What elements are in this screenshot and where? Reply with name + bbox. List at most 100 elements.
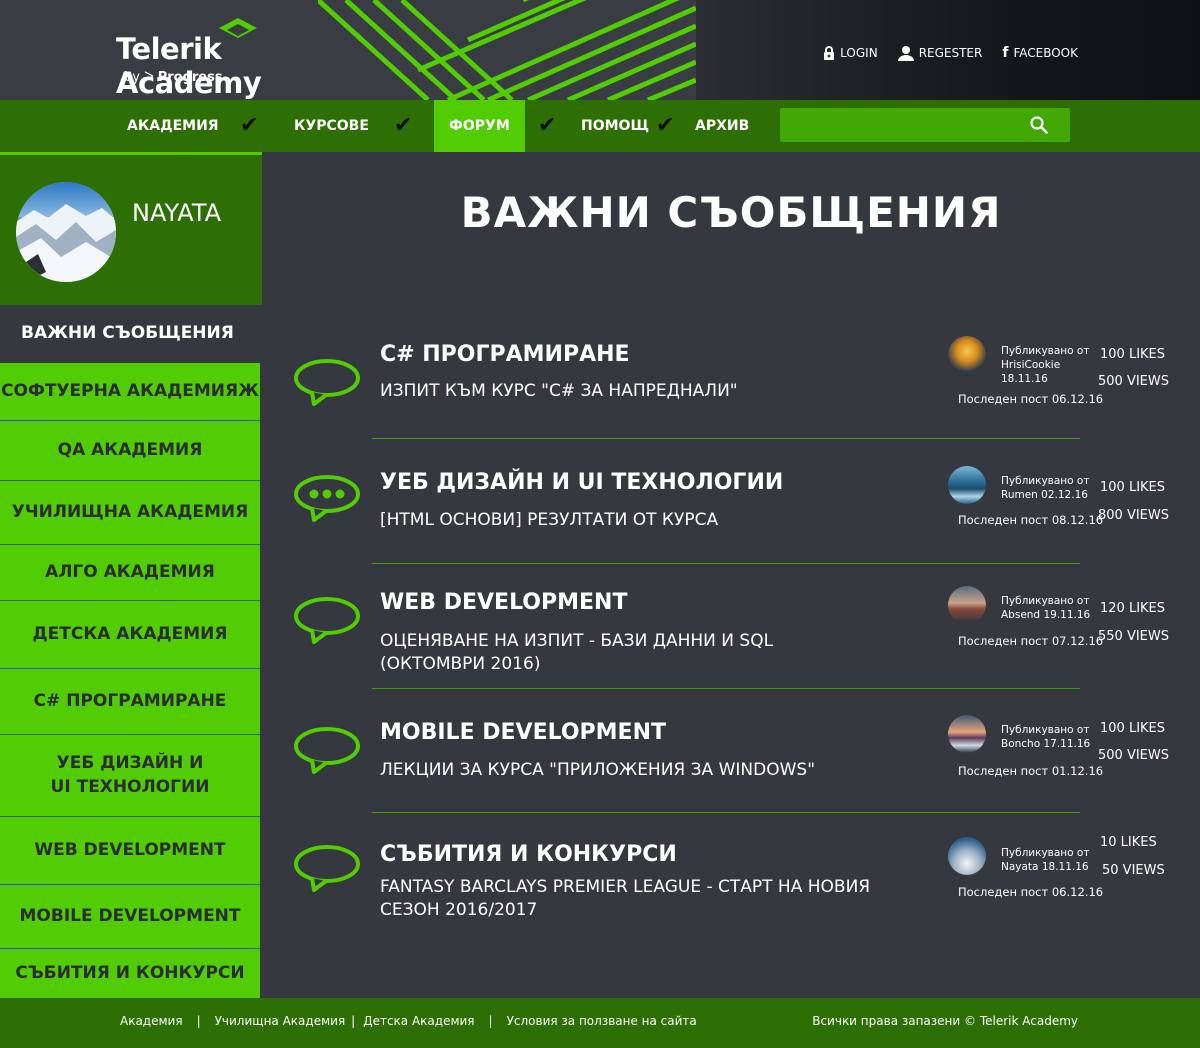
facebook-icon: f <box>1002 45 1009 61</box>
divider <box>372 438 1080 439</box>
checkmark-icon: ✔ <box>240 113 259 138</box>
footer-separator: | <box>196 1014 201 1028</box>
views-count: 800 VIEWS <box>1098 508 1169 523</box>
sidebar-item-school-academy[interactable]: УЧИЛИЩНА АКАДЕМИЯ <box>0 481 260 545</box>
speech-bubble-dots-icon <box>294 475 360 522</box>
topic-item[interactable]: СЪБИТИЯ И КОНКУРСИ FANTASY BARCLAYS PREM… <box>262 832 1200 942</box>
likes-count: 100 LIKES <box>1100 347 1166 362</box>
views-count: 500 VIEWS <box>1098 374 1169 389</box>
topic-title[interactable]: MOBILE DEVELOPMENT <box>380 720 666 745</box>
topic-subtitle[interactable]: ИЗПИТ КЪМ КУРС "C# ЗА НАПРЕДНАЛИ" <box>380 380 920 403</box>
register-link[interactable]: REGESTER <box>897 45 982 61</box>
speech-bubble-icon <box>294 597 360 644</box>
topic-subtitle[interactable]: ОЦЕНЯВАНЕ НА ИЗПИТ - БАЗИ ДАННИ И SQL (О… <box>380 630 820 676</box>
user-icon <box>897 45 914 61</box>
checkmark-icon: ✔ <box>656 113 675 138</box>
site-header: Telerik Academy by ᐳ Progress LOGIN REGE… <box>0 0 1200 100</box>
nav-item-academy[interactable]: АКАДЕМИЯ <box>127 100 219 152</box>
checkmark-icon: ✔ <box>394 113 413 138</box>
avatar[interactable] <box>948 466 986 504</box>
published-info: Публикувано от Nayata 18.11.16 <box>1001 847 1090 873</box>
published-info: Публикувано от Boncho 17.11.16 <box>1001 724 1091 750</box>
speech-bubble-icon <box>294 727 360 774</box>
mountain-photo <box>16 204 116 282</box>
likes-count: 100 LIKES <box>1100 480 1166 495</box>
brand-by-progress: by ᐳ Progress <box>124 70 223 85</box>
nav-item-archive[interactable]: АРХИВ <box>695 100 749 152</box>
checkmark-icon: ✔ <box>538 113 557 138</box>
topic-title[interactable]: СЪБИТИЯ И КОНКУРСИ <box>380 842 677 867</box>
sidebar-item-mobile-development[interactable]: MOBILE DEVELOPMENT <box>0 885 260 949</box>
lock-icon <box>824 45 835 60</box>
search-box <box>780 108 1070 142</box>
published-info: Публикувано от Absend 19.11.16 <box>1001 595 1091 621</box>
sidebar-item-qa-academy[interactable]: QA АКАДЕМИЯ <box>0 421 260 481</box>
topic-subtitle[interactable]: [HTML ОСНОВИ] РЕЗУЛТАТИ ОТ КУРСА <box>380 509 920 532</box>
telerik-academy-logo[interactable]: Telerik Academy by ᐳ Progress <box>116 18 376 100</box>
divider <box>372 563 1080 564</box>
topic-item[interactable]: WEB DEVELOPMENT ОЦЕНЯВАНЕ НА ИЗПИТ - БАЗ… <box>262 580 1200 680</box>
nav-item-forum[interactable]: ФОРУМ <box>434 100 525 152</box>
footer-separator: | <box>488 1014 493 1028</box>
views-count: 500 VIEWS <box>1098 748 1169 763</box>
brand-name: Telerik Academy <box>116 32 262 100</box>
last-post: Последен пост 08.12.16 <box>958 513 1104 527</box>
main-nav: АКАДЕМИЯ ✔ КУРСОВЕ ✔ ФОРУМ ✔ ПОМОЩ ✔ АРХ… <box>0 100 1200 152</box>
avatar[interactable] <box>948 586 986 624</box>
divider <box>372 812 1080 813</box>
divider <box>372 688 1080 689</box>
nav-item-courses[interactable]: КУРСОВЕ <box>294 100 369 152</box>
last-post: Последен пост 01.12.16 <box>958 764 1104 778</box>
search-icon[interactable] <box>1030 116 1048 134</box>
nav-item-help[interactable]: ПОМОЩ <box>581 100 649 152</box>
published-info: Публикувано от Rumen 02.12.16 <box>1001 475 1090 501</box>
topic-item[interactable]: УЕБ ДИЗАЙН И UI ТЕХНОЛОГИИ [HTML ОСНОВИ]… <box>262 458 1200 558</box>
topic-title[interactable]: C# ПРОГРАМИРАНЕ <box>380 342 630 367</box>
page-title: ВАЖНИ СЪОБЩЕНИЯ <box>460 188 1002 237</box>
avatar[interactable] <box>948 837 986 875</box>
footer-link-terms[interactable]: Условия за ползване на сайта <box>507 1014 697 1028</box>
search-input[interactable] <box>780 108 1020 142</box>
avatar[interactable] <box>948 715 986 753</box>
sidebar-item-kids-academy[interactable]: ДЕТСКА АКАДЕМИЯ <box>0 601 260 669</box>
sidebar-item-software-academy[interactable]: СОФТУЕРНА АКАДЕМИЯЖ <box>0 363 260 421</box>
views-count: 50 VIEWS <box>1102 863 1165 878</box>
topic-item[interactable]: C# ПРОГРАМИРАНЕ ИЗПИТ КЪМ КУРС "C# ЗА НА… <box>262 330 1200 430</box>
views-count: 550 VIEWS <box>1098 629 1169 644</box>
username: NAYATA <box>132 199 222 227</box>
last-post: Последен пост 06.12.16 <box>958 885 1104 899</box>
last-post: Последен пост 06.12.16 <box>958 392 1104 406</box>
speech-bubble-icon <box>294 845 360 892</box>
footer-links: Академия | Училищна Академия | Детска Ак… <box>120 1014 697 1028</box>
footer-link-academy[interactable]: Академия <box>120 1014 183 1028</box>
topic-item[interactable]: MOBILE DEVELOPMENT ЛЕКЦИИ ЗА КУРСА "ПРИЛ… <box>262 710 1200 810</box>
avatar[interactable] <box>16 182 116 282</box>
progress-icon: ᐳ <box>144 70 154 85</box>
sidebar-item-web-design[interactable]: УЕБ ДИЗАЙН И UI ТЕХНОЛОГИИ <box>0 735 260 817</box>
site-footer: Академия | Училищна Академия | Детска Ак… <box>0 998 1200 1048</box>
sidebar-item-web-development[interactable]: WEB DEVELOPMENT <box>0 817 260 885</box>
last-post: Последен пост 07.12.16 <box>958 634 1104 648</box>
top-links: LOGIN REGESTER f FACEBOOK <box>823 45 1078 61</box>
likes-count: 120 LIKES <box>1100 601 1166 616</box>
sidebar-item-algo-academy[interactable]: АЛГО АКАДЕМИЯ <box>0 545 260 601</box>
avatar[interactable] <box>948 336 986 374</box>
user-profile: NAYATA <box>0 152 262 305</box>
topic-title[interactable]: WEB DEVELOPMENT <box>380 590 627 615</box>
speech-bubble-icon <box>294 359 360 406</box>
footer-link-school-academy[interactable]: Училищна Академия <box>215 1014 346 1028</box>
login-link[interactable]: LOGIN <box>823 45 878 61</box>
sidebar: NAYATA ВАЖНИ СЪОБЩЕНИЯ СОФТУЕРНА АКАДЕМИ… <box>0 152 262 998</box>
sidebar-item-events[interactable]: СЪБИТИЯ И КОНКУРСИ <box>0 949 260 998</box>
facebook-link[interactable]: f FACEBOOK <box>1002 45 1078 61</box>
sidebar-item-important[interactable]: ВАЖНИ СЪОБЩЕНИЯ <box>0 305 260 363</box>
likes-count: 10 LIKES <box>1100 835 1157 850</box>
published-info: Публикувано от HrisiCookie 18.11.16 <box>1001 345 1090 385</box>
sidebar-item-csharp[interactable]: C# ПРОГРАМИРАНЕ <box>0 669 260 735</box>
footer-link-kids-academy[interactable]: Детска Академия <box>363 1014 474 1028</box>
topic-subtitle[interactable]: FANTASY BARCLAYS PREMIER LEAGUE - СТАРТ … <box>380 876 900 922</box>
topic-title[interactable]: УЕБ ДИЗАЙН И UI ТЕХНОЛОГИИ <box>380 470 783 495</box>
topic-subtitle[interactable]: ЛЕКЦИИ ЗА КУРСА "ПРИЛОЖЕНИЯ ЗА WINDOWS" <box>380 759 920 782</box>
copyright: Всички права запазени © Telerik Academy <box>812 1014 1078 1028</box>
footer-separator: | <box>351 1014 356 1028</box>
